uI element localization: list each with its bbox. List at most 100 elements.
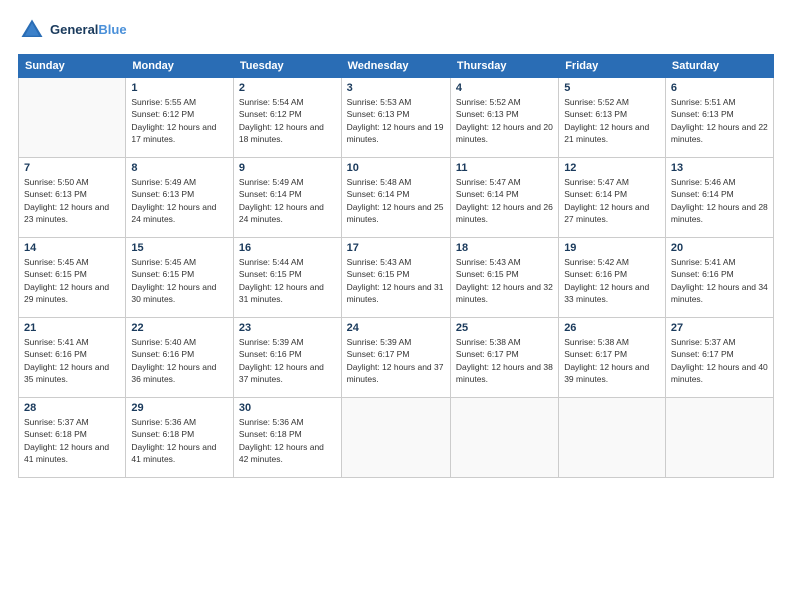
day-info: Sunrise: 5:47 AMSunset: 6:14 PMDaylight:… <box>456 176 553 225</box>
calendar-cell: 30 Sunrise: 5:36 AMSunset: 6:18 PMDayligh… <box>233 398 341 478</box>
logo: GeneralBlue <box>18 16 127 44</box>
day-number: 3 <box>347 82 445 94</box>
col-header-friday: Friday <box>559 55 666 78</box>
day-info: Sunrise: 5:42 AMSunset: 6:16 PMDaylight:… <box>564 256 660 305</box>
calendar-cell: 6Sunrise: 5:51 AMSunset: 6:13 PMDaylight… <box>665 78 773 158</box>
calendar-cell: 15Sunrise: 5:45 AMSunset: 6:15 PMDayligh… <box>126 238 234 318</box>
calendar-cell <box>341 398 450 478</box>
day-number: 30 <box>239 402 336 414</box>
week-row-3: 14 Sunrise: 5:45 AMSunset: 6:15 PMDayligh… <box>19 238 774 318</box>
day-info: Sunrise: 5:55 AMSunset: 6:12 PMDaylight:… <box>131 96 228 145</box>
day-info: Sunrise: 5:48 AMSunset: 6:14 PMDaylight:… <box>347 176 445 225</box>
calendar-cell: 22 Sunrise: 5:40 AMSunset: 6:16 PMDayligh… <box>126 318 234 398</box>
calendar-cell: 13Sunrise: 5:46 AMSunset: 6:14 PMDayligh… <box>665 158 773 238</box>
calendar-cell <box>19 78 126 158</box>
day-number: 21 <box>24 322 120 334</box>
day-info: Sunrise: 5:52 AMSunset: 6:13 PMDaylight:… <box>564 96 660 145</box>
day-info: Sunrise: 5:45 AMSunset: 6:15 PMDaylight:… <box>131 256 228 305</box>
week-row-2: 7 Sunrise: 5:50 AMSunset: 6:13 PMDaylight… <box>19 158 774 238</box>
day-info: Sunrise: 5:44 AMSunset: 6:15 PMDaylight:… <box>239 256 336 305</box>
day-info: Sunrise: 5:37 AMSunset: 6:18 PMDaylight:… <box>24 416 120 465</box>
week-row-5: 28 Sunrise: 5:37 AMSunset: 6:18 PMDayligh… <box>19 398 774 478</box>
day-info: Sunrise: 5:53 AMSunset: 6:13 PMDaylight:… <box>347 96 445 145</box>
day-info: Sunrise: 5:47 AMSunset: 6:14 PMDaylight:… <box>564 176 660 225</box>
day-number: 27 <box>671 322 768 334</box>
calendar-cell: 17 Sunrise: 5:43 AMSunset: 6:15 PMDayligh… <box>341 238 450 318</box>
day-number: 1 <box>131 82 228 94</box>
day-number: 29 <box>131 402 228 414</box>
col-header-monday: Monday <box>126 55 234 78</box>
day-number: 17 <box>347 242 445 254</box>
calendar-cell <box>665 398 773 478</box>
day-number: 5 <box>564 82 660 94</box>
day-info: Sunrise: 5:37 AMSunset: 6:17 PMDaylight:… <box>671 336 768 385</box>
day-number: 24 <box>347 322 445 334</box>
week-row-4: 21 Sunrise: 5:41 AMSunset: 6:16 PMDayligh… <box>19 318 774 398</box>
logo-text: GeneralBlue <box>50 22 127 38</box>
header: GeneralBlue <box>18 16 774 44</box>
day-info: Sunrise: 5:39 AMSunset: 6:17 PMDaylight:… <box>347 336 445 385</box>
day-info: Sunrise: 5:41 AMSunset: 6:16 PMDaylight:… <box>24 336 120 385</box>
day-number: 9 <box>239 162 336 174</box>
calendar-cell: 28 Sunrise: 5:37 AMSunset: 6:18 PMDayligh… <box>19 398 126 478</box>
day-info: Sunrise: 5:38 AMSunset: 6:17 PMDaylight:… <box>456 336 553 385</box>
calendar-cell: 19Sunrise: 5:42 AMSunset: 6:16 PMDayligh… <box>559 238 666 318</box>
day-number: 7 <box>24 162 120 174</box>
calendar-cell: 5 Sunrise: 5:52 AMSunset: 6:13 PMDaylight… <box>559 78 666 158</box>
calendar-cell: 25 Sunrise: 5:38 AMSunset: 6:17 PMDayligh… <box>450 318 558 398</box>
day-number: 25 <box>456 322 553 334</box>
day-number: 28 <box>24 402 120 414</box>
calendar-cell: 11 Sunrise: 5:47 AMSunset: 6:14 PMDayligh… <box>450 158 558 238</box>
calendar-cell: 4Sunrise: 5:52 AMSunset: 6:13 PMDaylight… <box>450 78 558 158</box>
day-number: 26 <box>564 322 660 334</box>
calendar-cell <box>559 398 666 478</box>
day-info: Sunrise: 5:38 AMSunset: 6:17 PMDaylight:… <box>564 336 660 385</box>
day-number: 18 <box>456 242 553 254</box>
calendar-cell: 24 Sunrise: 5:39 AMSunset: 6:17 PMDayligh… <box>341 318 450 398</box>
day-info: Sunrise: 5:50 AMSunset: 6:13 PMDaylight:… <box>24 176 120 225</box>
day-info: Sunrise: 5:41 AMSunset: 6:16 PMDaylight:… <box>671 256 768 305</box>
calendar-cell: 26 Sunrise: 5:38 AMSunset: 6:17 PMDayligh… <box>559 318 666 398</box>
day-info: Sunrise: 5:36 AMSunset: 6:18 PMDaylight:… <box>131 416 228 465</box>
day-info: Sunrise: 5:40 AMSunset: 6:16 PMDaylight:… <box>131 336 228 385</box>
day-number: 2 <box>239 82 336 94</box>
calendar-cell: 9Sunrise: 5:49 AMSunset: 6:14 PMDaylight… <box>233 158 341 238</box>
day-number: 10 <box>347 162 445 174</box>
day-info: Sunrise: 5:45 AMSunset: 6:15 PMDaylight:… <box>24 256 120 305</box>
col-header-wednesday: Wednesday <box>341 55 450 78</box>
day-number: 11 <box>456 162 553 174</box>
day-info: Sunrise: 5:49 AMSunset: 6:13 PMDaylight:… <box>131 176 228 225</box>
day-number: 22 <box>131 322 228 334</box>
calendar-cell: 7 Sunrise: 5:50 AMSunset: 6:13 PMDaylight… <box>19 158 126 238</box>
calendar-cell: 3 Sunrise: 5:53 AMSunset: 6:13 PMDaylight… <box>341 78 450 158</box>
calendar-cell: 14 Sunrise: 5:45 AMSunset: 6:15 PMDayligh… <box>19 238 126 318</box>
calendar-header-row: SundayMondayTuesdayWednesdayThursdayFrid… <box>19 55 774 78</box>
day-info: Sunrise: 5:54 AMSunset: 6:12 PMDaylight:… <box>239 96 336 145</box>
day-info: Sunrise: 5:36 AMSunset: 6:18 PMDaylight:… <box>239 416 336 465</box>
day-info: Sunrise: 5:39 AMSunset: 6:16 PMDaylight:… <box>239 336 336 385</box>
calendar-cell: 8 Sunrise: 5:49 AMSunset: 6:13 PMDaylight… <box>126 158 234 238</box>
col-header-saturday: Saturday <box>665 55 773 78</box>
calendar-table: SundayMondayTuesdayWednesdayThursdayFrid… <box>18 54 774 478</box>
calendar-cell: 2 Sunrise: 5:54 AMSunset: 6:12 PMDaylight… <box>233 78 341 158</box>
calendar-cell: 18Sunrise: 5:43 AMSunset: 6:15 PMDayligh… <box>450 238 558 318</box>
calendar-cell: 1 Sunrise: 5:55 AMSunset: 6:12 PMDaylight… <box>126 78 234 158</box>
week-row-1: 1 Sunrise: 5:55 AMSunset: 6:12 PMDaylight… <box>19 78 774 158</box>
day-info: Sunrise: 5:43 AMSunset: 6:15 PMDaylight:… <box>347 256 445 305</box>
col-header-sunday: Sunday <box>19 55 126 78</box>
calendar-cell: 27 Sunrise: 5:37 AMSunset: 6:17 PMDayligh… <box>665 318 773 398</box>
day-number: 8 <box>131 162 228 174</box>
calendar-cell: 23 Sunrise: 5:39 AMSunset: 6:16 PMDayligh… <box>233 318 341 398</box>
day-number: 14 <box>24 242 120 254</box>
col-header-tuesday: Tuesday <box>233 55 341 78</box>
day-number: 16 <box>239 242 336 254</box>
calendar-cell: 16 Sunrise: 5:44 AMSunset: 6:15 PMDayligh… <box>233 238 341 318</box>
calendar-cell: 29 Sunrise: 5:36 AMSunset: 6:18 PMDayligh… <box>126 398 234 478</box>
day-info: Sunrise: 5:51 AMSunset: 6:13 PMDaylight:… <box>671 96 768 145</box>
calendar-cell: 12Sunrise: 5:47 AMSunset: 6:14 PMDayligh… <box>559 158 666 238</box>
col-header-thursday: Thursday <box>450 55 558 78</box>
logo-icon <box>18 16 46 44</box>
day-number: 20 <box>671 242 768 254</box>
day-number: 23 <box>239 322 336 334</box>
calendar-cell: 21 Sunrise: 5:41 AMSunset: 6:16 PMDayligh… <box>19 318 126 398</box>
